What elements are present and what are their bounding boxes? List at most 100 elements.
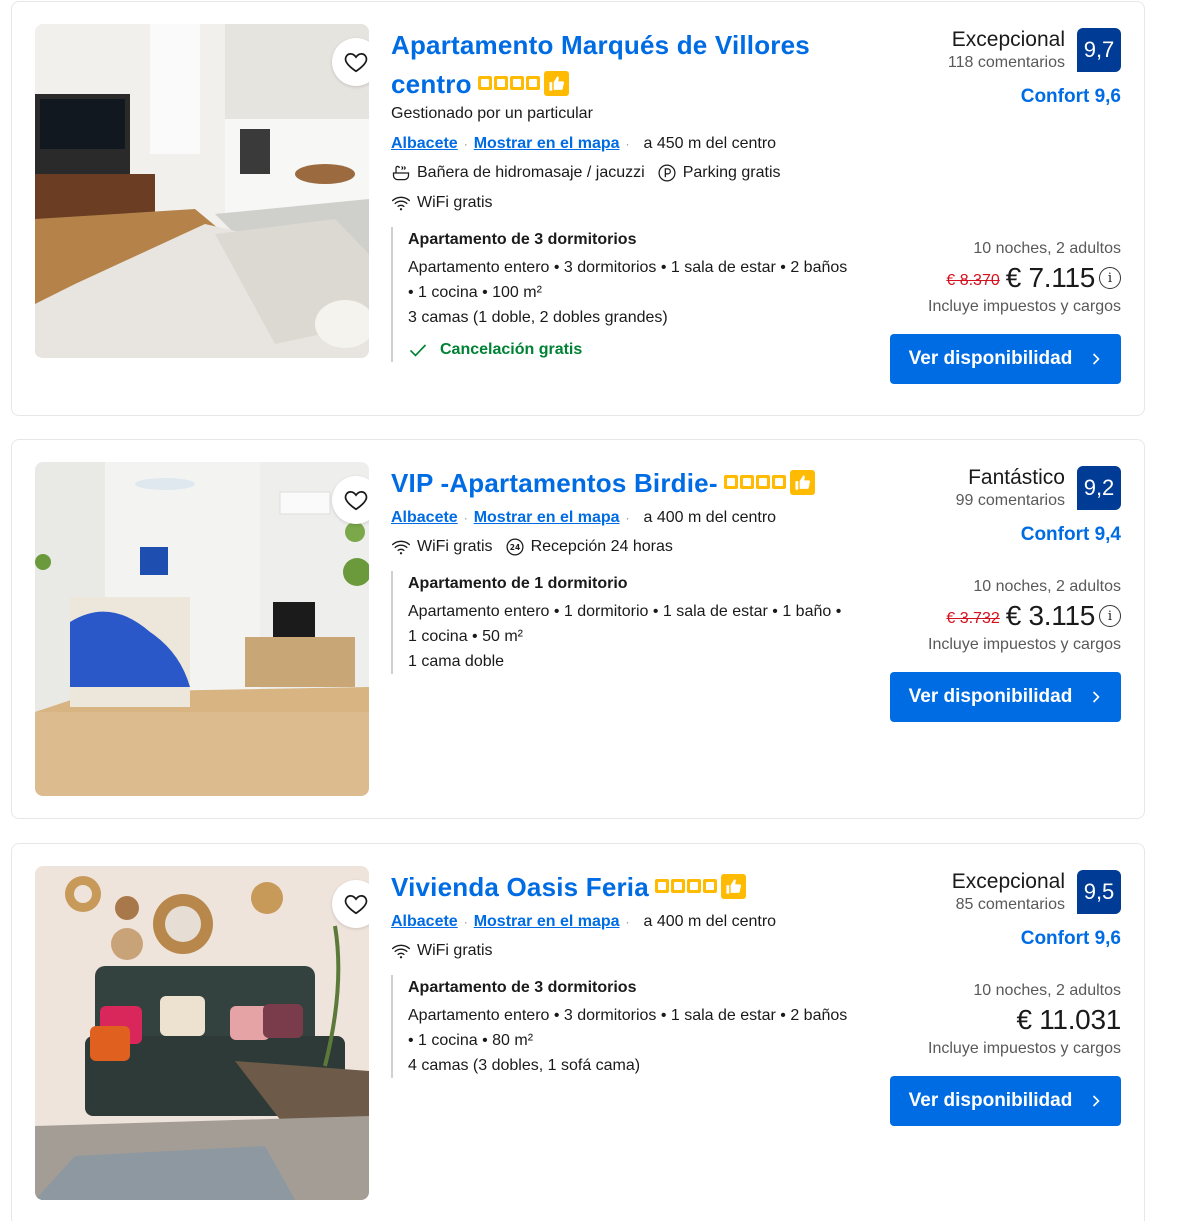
wifi-icon (392, 944, 410, 959)
separator-dot: · (625, 137, 630, 151)
room-beds: 1 cama doble (408, 653, 505, 670)
property-photo[interactable] (35, 24, 369, 358)
review-word: Excepcional (951, 870, 1065, 893)
checkmark-icon (409, 343, 427, 357)
review-summary[interactable]: Fantástico 99 comentarios 9,2 (861, 466, 1121, 512)
star-icon (477, 76, 492, 90)
property-card: VIP -Apartamentos Birdie- Albacete · Mos… (11, 439, 1145, 819)
see-availability-button[interactable]: Ver disponibilidad (890, 1076, 1121, 1126)
review-count: 99 comentarios (955, 492, 1065, 509)
cancellation-label: Cancelación gratis (440, 341, 583, 358)
review-summary[interactable]: Excepcional 85 comentarios 9,5 (861, 870, 1121, 916)
comfort-score[interactable]: Confort 9,6 (861, 86, 1121, 108)
city-link[interactable]: Albacete (391, 135, 458, 153)
star-icon (509, 76, 524, 90)
stay-length: 10 noches, 2 adultos (973, 578, 1121, 595)
room-title: Apartamento de 3 dormitorios (408, 231, 637, 248)
star-icon (686, 879, 701, 893)
city-link[interactable]: Albacete (391, 913, 458, 931)
room-description: Apartamento entero • 3 dormitorios • 1 s… (408, 259, 848, 301)
comfort-score[interactable]: Confort 9,4 (861, 524, 1121, 546)
property-info: Apartamento Marqués de Villores centro G… (391, 26, 871, 362)
room-details: Apartamento de 3 dormitorios Apartamento… (391, 975, 871, 1078)
free-cancellation: Cancelación gratis (408, 337, 871, 362)
star-rating (477, 76, 540, 90)
heart-icon (344, 53, 368, 73)
room-details: Apartamento de 3 dormitorios Apartamento… (391, 227, 871, 362)
property-card: Vivienda Oasis Feria Albacete · Mostrar … (11, 843, 1145, 1221)
chevron-right-icon (1093, 353, 1100, 365)
separator-dot: · (463, 915, 468, 929)
heart-icon (344, 895, 368, 915)
city-link[interactable]: Albacete (391, 509, 458, 527)
show-map-link[interactable]: Mostrar en el mapa (474, 509, 620, 527)
wifi-icon (392, 540, 410, 555)
property-title-link[interactable]: Apartamento Marqués de Villores centro (391, 30, 810, 99)
managed-by-text: Gestionado por un particular (391, 105, 593, 122)
info-icon[interactable]: i (1099, 605, 1121, 627)
review-score-badge: 9,7 (1077, 28, 1121, 72)
facility-item: 24 Recepción 24 horas (505, 537, 673, 557)
taxes-note: Incluye impuestos y cargos (928, 298, 1121, 315)
distance-text: a 450 m del centro (643, 135, 777, 152)
separator-dot: · (625, 511, 630, 525)
original-price: € 8.370 (946, 272, 1000, 289)
show-map-link[interactable]: Mostrar en el mapa (474, 135, 620, 153)
facility-label: WiFi gratis (417, 194, 493, 211)
location-row: Albacete · Mostrar en el mapa · a 400 m … (391, 509, 871, 527)
room-title: Apartamento de 1 dormitorio (408, 575, 628, 592)
star-icon (739, 475, 754, 489)
see-availability-button[interactable]: Ver disponibilidad (890, 334, 1121, 384)
property-title-link[interactable]: VIP -Apartamentos Birdie- (391, 468, 718, 498)
wifi-icon (392, 196, 410, 211)
property-card: Apartamento Marqués de Villores centro G… (11, 1, 1145, 416)
property-title: Apartamento Marqués de Villores centro (391, 26, 871, 104)
price-row: € 8.370 € 7.115 i (821, 262, 1121, 294)
star-icon (525, 76, 540, 90)
info-icon[interactable]: i (1099, 267, 1121, 289)
star-rating (654, 879, 717, 893)
property-title: VIP -Apartamentos Birdie- (391, 464, 871, 503)
reception-24h-icon: 24 (506, 538, 524, 556)
thumbs-up-icon (543, 71, 569, 96)
property-photo[interactable] (35, 866, 369, 1200)
svg-text:24: 24 (509, 543, 519, 552)
facility-label: Recepción 24 horas (530, 538, 673, 555)
chevron-right-icon (1093, 1095, 1100, 1107)
star-rating (723, 475, 786, 489)
star-icon (493, 76, 508, 90)
facility-label: Bañera de hidromasaje / jacuzzi (417, 164, 645, 181)
review-word: Excepcional (951, 28, 1065, 51)
facilities-list: WiFi gratis (391, 941, 871, 961)
current-price: € 3.115 (1005, 600, 1096, 631)
review-count: 85 comentarios (955, 896, 1065, 913)
location-row: Albacete · Mostrar en el mapa · a 450 m … (391, 135, 871, 153)
current-price: € 11.031 (1016, 1004, 1121, 1035)
review-block: Excepcional 118 comentarios 9,7 Confort … (861, 28, 1121, 108)
facility-item: WiFi gratis (391, 537, 493, 557)
review-word: Fantástico (968, 466, 1065, 489)
property-title: Vivienda Oasis Feria (391, 868, 871, 907)
facility-label: WiFi gratis (417, 942, 493, 959)
review-count: 118 comentarios (947, 54, 1065, 71)
button-label: Ver disponibilidad (908, 348, 1073, 369)
facility-item: Bañera de hidromasaje / jacuzzi (391, 163, 645, 183)
price-block: 10 noches, 2 adultos € 11.031 Incluye im… (821, 982, 1121, 1126)
show-map-link[interactable]: Mostrar en el mapa (474, 913, 620, 931)
taxes-note: Incluye impuestos y cargos (928, 636, 1121, 653)
original-price: € 3.732 (946, 610, 1000, 627)
facilities-list: WiFi gratis 24 Recepción 24 horas (391, 537, 871, 557)
see-availability-button[interactable]: Ver disponibilidad (890, 672, 1121, 722)
price-row: € 3.732 € 3.115 i (821, 600, 1121, 632)
separator-dot: · (463, 137, 468, 151)
thumbs-up-icon (789, 470, 815, 495)
comfort-score[interactable]: Confort 9,6 (861, 928, 1121, 950)
property-photo[interactable] (35, 462, 369, 796)
property-title-link[interactable]: Vivienda Oasis Feria (391, 872, 649, 902)
review-block: Fantástico 99 comentarios 9,2 Confort 9,… (861, 466, 1121, 546)
price-block: 10 noches, 2 adultos € 8.370 € 7.115 i I… (821, 240, 1121, 384)
chevron-right-icon (1093, 691, 1100, 703)
facility-label: Parking gratis (682, 164, 781, 181)
review-summary[interactable]: Excepcional 118 comentarios 9,7 (861, 28, 1121, 74)
price-row: € 11.031 (821, 1004, 1121, 1036)
